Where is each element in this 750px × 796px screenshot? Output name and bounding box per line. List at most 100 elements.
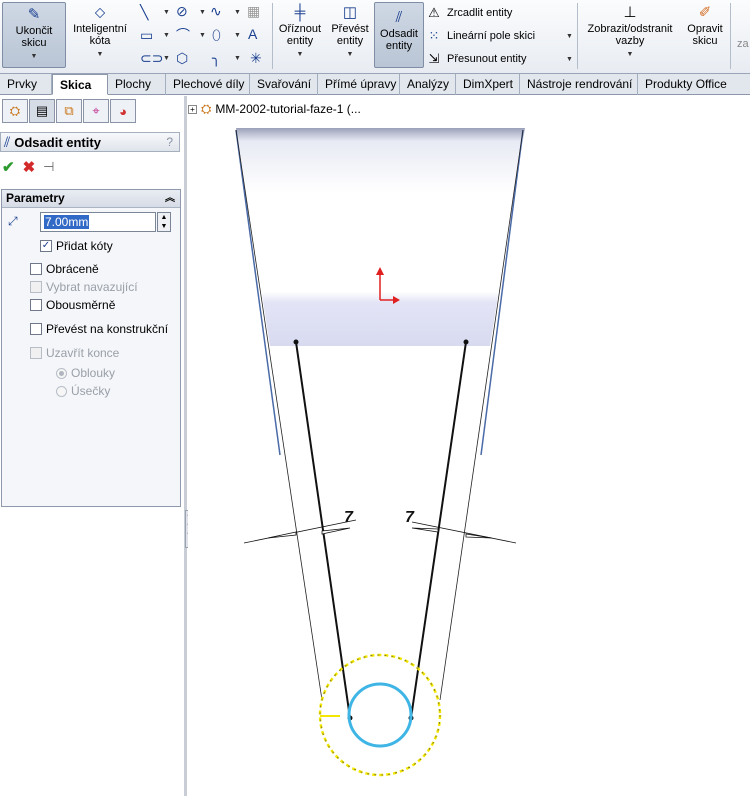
chevron-down-icon[interactable]: ▼ (163, 9, 170, 16)
chevron-down-icon[interactable]: ▼ (347, 49, 354, 61)
chevron-down-icon[interactable]: ▼ (31, 51, 38, 63)
select-chain-checkbox[interactable]: Vybrat navazující (30, 280, 138, 294)
dimxpert-manager-icon[interactable]: ⌖ (83, 99, 109, 123)
chevron-down-icon[interactable]: ▼ (234, 32, 241, 39)
chevron-down-icon[interactable]: ▼ (234, 9, 241, 16)
offset-distance-input[interactable]: 7.00mm (40, 212, 156, 232)
graphics-area[interactable]: + ⛭ MM-2002-tutorial-faze-1 (... 7 7 (188, 96, 750, 796)
linear-pattern-button[interactable]: ⁙ Lineární pole skici (426, 28, 536, 44)
add-dimensions-checkbox[interactable]: ✓ Přidat kóty (40, 239, 113, 253)
chevron-down-icon[interactable]: ▼ (566, 56, 573, 63)
mirror-icon: ⚠ (428, 5, 440, 20)
reverse-checkbox[interactable]: Obráceně (30, 262, 99, 276)
help-button[interactable]: ? (166, 135, 173, 149)
cap-ends-checkbox[interactable]: Uzavřít konce (30, 346, 119, 360)
show-relations-button[interactable]: ⊥ Zobrazit/odstranit vazby ▼ (580, 4, 680, 68)
rectangle-tool-icon[interactable]: ▭ (140, 27, 153, 43)
reverse-label: Obráceně (46, 262, 99, 276)
exit-sketch-label: Ukončit skicu (15, 25, 53, 49)
chevron-down-icon[interactable]: ▼ (297, 49, 304, 61)
tab-analysis[interactable]: Analýzy (400, 74, 456, 95)
sketch-view[interactable]: 7 7 (188, 96, 750, 796)
tab-weldments[interactable]: Svařování (250, 74, 318, 95)
panel-splitter[interactable] (184, 96, 187, 796)
convert-icon: ◫ (342, 4, 358, 21)
tab-sheet-metal[interactable]: Plechové díly (166, 74, 250, 95)
chevron-down-icon[interactable]: ▼ (234, 55, 241, 62)
tab-sketch[interactable]: Skica (52, 74, 108, 95)
panel-title: Odsadit entity (14, 134, 101, 150)
repair-sketch-button[interactable]: ✐ Opravit skicu (682, 4, 728, 68)
tab-surfaces[interactable]: Plochy (108, 74, 166, 95)
feature-tree-icon[interactable]: ⛭ (2, 99, 28, 123)
property-manager-actions: ✔ ✖ ⊣ (2, 158, 54, 176)
dimension-value-left[interactable]: 7 (344, 509, 354, 526)
construction-checkbox[interactable]: Převést na konstrukční (30, 322, 168, 336)
tab-features[interactable]: Prvky (0, 74, 52, 95)
arcs-radio[interactable]: Oblouky (56, 366, 115, 380)
dimension-arrow (465, 533, 493, 539)
distance-spinner[interactable]: ▲ ▼ (157, 212, 171, 232)
linear-pattern-label: Lineární pole skici (447, 30, 536, 42)
sketch-line-right[interactable] (410, 341, 467, 719)
arcs-label: Oblouky (71, 366, 116, 380)
fillet-tool-icon[interactable]: ╮ (212, 50, 220, 66)
show-relations-label: Zobrazit/odstranit vazby (587, 23, 673, 47)
ok-check-icon[interactable]: ✔ (2, 158, 15, 176)
dimension-arrow (267, 531, 297, 539)
pin-icon[interactable]: ⊣ (43, 159, 54, 175)
configuration-manager-icon[interactable]: ⧉ (56, 99, 82, 123)
mirror-entities-button[interactable]: ⚠ Zrcadlit entity (426, 5, 512, 21)
chevron-down-icon[interactable]: ▼ (199, 9, 206, 16)
smart-dimension-label: Inteligentní kóta (73, 23, 127, 47)
chevron-down-icon[interactable]: ▼ (566, 33, 573, 40)
tab-direct-editing[interactable]: Přímé úpravy (318, 74, 400, 95)
chevron-down-icon[interactable]: ▼ (163, 55, 170, 62)
chevron-down-icon[interactable]: ▼ (97, 49, 104, 61)
move-entities-button[interactable]: ⇲ Přesunout entity (426, 51, 527, 67)
property-manager-panel: ⛭ ▤ ⧉ ⌖ ◕ ⫽ Odsadit entity ? ✔ ✖ ⊣ Param… (0, 96, 184, 796)
line-tool-icon[interactable]: ╲ (140, 4, 148, 20)
sketch-point[interactable] (293, 339, 299, 345)
smart-dimension-button[interactable]: ⬦ Inteligentní kóta ▼ (68, 4, 132, 68)
chevron-down-icon[interactable]: ▼ (199, 32, 206, 39)
panel-tabs: ⛭ ▤ ⧉ ⌖ ◕ (0, 96, 184, 126)
arc-tool-icon[interactable]: ⌒ (176, 27, 190, 43)
trim-entities-button[interactable]: ╪ Oříznout entity ▼ (274, 4, 326, 68)
dimension-arrow (321, 527, 351, 535)
property-manager-header: ⫽ Odsadit entity ? (0, 132, 180, 152)
slot-tool-icon[interactable]: ⊂⊃ (140, 50, 163, 66)
collapse-chevron-icon[interactable]: ︽ (165, 190, 175, 207)
sketch-point[interactable] (463, 339, 469, 345)
polygon-tool-icon[interactable]: ⬡ (176, 50, 188, 66)
command-tabs: Prvky Skica Plochy Plechové díly Svařová… (0, 74, 750, 95)
lines-radio[interactable]: Úsečky (56, 384, 110, 398)
bidirectional-checkbox[interactable]: Obousměrně (30, 298, 115, 312)
move-label: Přesunout entity (447, 53, 527, 65)
offset-entities-button[interactable]: ⫽ Odsadit entity (374, 2, 424, 68)
text-tool-icon[interactable]: A (248, 26, 257, 42)
convert-entities-button[interactable]: ◫ Převést entity ▼ (326, 4, 374, 68)
parameters-header[interactable]: Parametry ︽ (2, 190, 180, 208)
cancel-x-icon[interactable]: ✖ (23, 158, 36, 176)
add-dimensions-label: Přidat kóty (56, 239, 113, 253)
ellipse-tool-icon[interactable]: ⬯ (212, 27, 221, 43)
selected-arc[interactable] (347, 682, 413, 748)
circle-tool-icon[interactable]: ⊘ (176, 3, 188, 19)
tab-dimxpert[interactable]: DimXpert (456, 74, 520, 95)
tab-office-products[interactable]: Produkty Office (638, 74, 750, 95)
grid-snap-icon[interactable]: ▦ (247, 3, 260, 19)
property-manager-icon[interactable]: ▤ (29, 99, 55, 123)
point-tool-icon[interactable]: ✳ (250, 50, 262, 66)
offset-icon: ⫽ (4, 133, 11, 150)
relations-icon: ⊥ (623, 4, 637, 21)
chevron-down-icon[interactable]: ▼ (627, 49, 634, 61)
tab-render-tools[interactable]: Nástroje rendrování (520, 74, 638, 95)
display-manager-icon[interactable]: ◕ (110, 99, 136, 123)
dimension-value-right[interactable]: 7 (405, 509, 415, 526)
chevron-down-icon[interactable]: ▼ (163, 32, 170, 39)
spline-tool-icon[interactable]: ∿ (210, 3, 222, 19)
dimension-line-left (243, 519, 357, 544)
exit-sketch-button[interactable]: ✎ Ukončit skicu ▼ (2, 2, 66, 68)
cap-ends-label: Uzavřít konce (46, 346, 120, 360)
